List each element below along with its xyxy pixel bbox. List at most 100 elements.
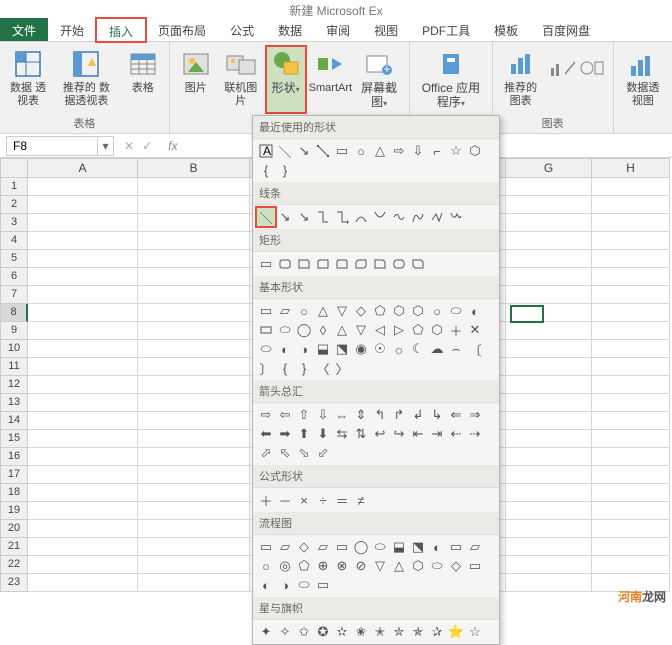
cell[interactable] [138, 574, 250, 592]
cell[interactable] [28, 538, 138, 556]
shape-arrow-right[interactable]: ⇨ [390, 142, 408, 160]
shape-flowchart-shapes-6[interactable]: ⬭ [371, 538, 389, 556]
cell[interactable] [28, 250, 138, 268]
shape-r6[interactable] [352, 255, 370, 273]
shape-star-shapes-8[interactable]: ✯ [409, 623, 427, 641]
shape-triangle[interactable]: △ [371, 142, 389, 160]
cell[interactable] [28, 466, 138, 484]
cell[interactable] [592, 304, 670, 322]
row-header[interactable]: 4 [0, 232, 28, 250]
pivot-chart-button[interactable]: 数据透视图 [620, 46, 666, 131]
row-header[interactable]: 23 [0, 574, 28, 592]
shape-basic-shapes-33[interactable]: ☁ [428, 340, 446, 358]
shape-arrow-shapes-26[interactable]: ⬂ [295, 444, 313, 462]
tab-insert[interactable]: 插入 [96, 18, 146, 42]
tab-formula[interactable]: 公式 [218, 18, 266, 41]
shape-r2[interactable] [276, 255, 294, 273]
shape-basic-shapes-32[interactable]: ☾ [409, 340, 427, 358]
shape-arrow-shapes-27[interactable]: ⬃ [314, 444, 332, 462]
shape-arrow-shapes-7[interactable]: ↱ [390, 406, 408, 424]
online-picture-button[interactable]: 联机图片 [220, 46, 262, 113]
shape-oval[interactable]: ○ [352, 142, 370, 160]
shape-brace-l[interactable]: { [257, 161, 275, 179]
cell[interactable] [592, 412, 670, 430]
shape-star-shapes-10[interactable]: ⭐ [447, 623, 465, 641]
cell[interactable] [138, 466, 250, 484]
shape-arrow-shapes-8[interactable]: ↲ [409, 406, 427, 424]
cell[interactable] [592, 178, 670, 196]
shape-line-3[interactable]: ↘ [295, 208, 313, 226]
shape-arrow-shapes-14[interactable]: ⬆ [295, 425, 313, 443]
cell[interactable] [592, 376, 670, 394]
cell[interactable] [592, 214, 670, 232]
cell[interactable] [138, 430, 250, 448]
shape-basic-shapes-23[interactable]: ✕ [466, 321, 484, 339]
shape-flowchart-shapes-27[interactable]: ▭ [314, 576, 332, 594]
shape-basic-shapes-7[interactable]: ⬡ [390, 302, 408, 320]
cell[interactable] [592, 232, 670, 250]
cell[interactable] [506, 268, 592, 286]
cell[interactable] [138, 286, 250, 304]
cell[interactable] [506, 358, 592, 376]
cell[interactable] [592, 502, 670, 520]
shape-basic-shapes-10[interactable]: ⬭ [447, 302, 465, 320]
shape-flowchart-shapes-7[interactable]: ⬓ [390, 538, 408, 556]
row-header[interactable]: 19 [0, 502, 28, 520]
cell[interactable] [506, 520, 592, 538]
office-apps-button[interactable]: Office 应用程序▾ [416, 46, 486, 113]
row-header[interactable]: 16 [0, 448, 28, 466]
shape-basic-shapes-5[interactable]: ◇ [352, 302, 370, 320]
cell[interactable] [592, 268, 670, 286]
shape-elbow[interactable]: ⌐ [428, 142, 446, 160]
shape-multiply[interactable]: × [295, 491, 313, 509]
shape-basic-shapes-14[interactable]: ◯ [295, 321, 313, 339]
tab-file[interactable]: 文件 [0, 18, 48, 41]
shape-arrow-shapes-3[interactable]: ⇩ [314, 406, 332, 424]
cell[interactable] [28, 232, 138, 250]
cell[interactable] [506, 556, 592, 574]
cell[interactable] [506, 322, 592, 340]
shape-star[interactable]: ☆ [447, 142, 465, 160]
shape-basic-shapes-11[interactable]: ◐ [466, 302, 484, 320]
shape-arrow-shapes-9[interactable]: ↳ [428, 406, 446, 424]
shape-basic-shapes-1[interactable]: ▱ [276, 302, 294, 320]
row-header[interactable]: 8 [0, 304, 28, 322]
shape-elbow-1[interactable] [314, 208, 332, 226]
cell[interactable] [138, 340, 250, 358]
shape-arrow-shapes-18[interactable]: ↩ [371, 425, 389, 443]
cancel-icon[interactable]: ✕ [124, 139, 134, 153]
shape-basic-shapes-39[interactable]: 〈 [314, 359, 332, 377]
shape-basic-shapes-8[interactable]: ⬡ [409, 302, 427, 320]
cell[interactable] [592, 430, 670, 448]
shape-arrow-shapes-22[interactable]: ⇠ [447, 425, 465, 443]
shape-scribble-2[interactable] [447, 208, 465, 226]
cell[interactable] [28, 448, 138, 466]
shape-scribble[interactable] [428, 208, 446, 226]
cell[interactable] [592, 358, 670, 376]
cell[interactable] [506, 502, 592, 520]
rec-charts-button[interactable]: 推荐的 图表 [499, 46, 543, 113]
cell[interactable] [138, 556, 250, 574]
shape-star-shapes-9[interactable]: ✰ [428, 623, 446, 641]
cell[interactable] [506, 538, 592, 556]
shape-arrow-shapes-23[interactable]: ⇢ [466, 425, 484, 443]
cell[interactable] [138, 196, 250, 214]
cell[interactable] [592, 448, 670, 466]
shapes-button[interactable]: 形状▾ [266, 46, 306, 113]
shape-arrow-shapes-1[interactable]: ⇦ [276, 406, 294, 424]
tab-data[interactable]: 数据 [266, 18, 314, 41]
shape-arrow-down[interactable]: ⇩ [409, 142, 427, 160]
shape-star-shapes-7[interactable]: ✮ [390, 623, 408, 641]
cell[interactable] [506, 394, 592, 412]
tab-pdf[interactable]: PDF工具 [410, 18, 482, 41]
shape-rect[interactable]: ▭ [333, 142, 351, 160]
col-header-G[interactable]: G [506, 158, 592, 178]
shape-arrow-shapes-10[interactable]: ⇐ [447, 406, 465, 424]
shape-flowchart-shapes-19[interactable]: △ [390, 557, 408, 575]
cell[interactable] [506, 304, 592, 322]
shape-curve-1[interactable] [352, 208, 370, 226]
shape-flowchart-shapes-9[interactable]: ◐ [428, 538, 446, 556]
shape-r1[interactable]: ▭ [257, 255, 275, 273]
shape-basic-shapes-18[interactable]: ◁ [371, 321, 389, 339]
cell[interactable] [28, 412, 138, 430]
